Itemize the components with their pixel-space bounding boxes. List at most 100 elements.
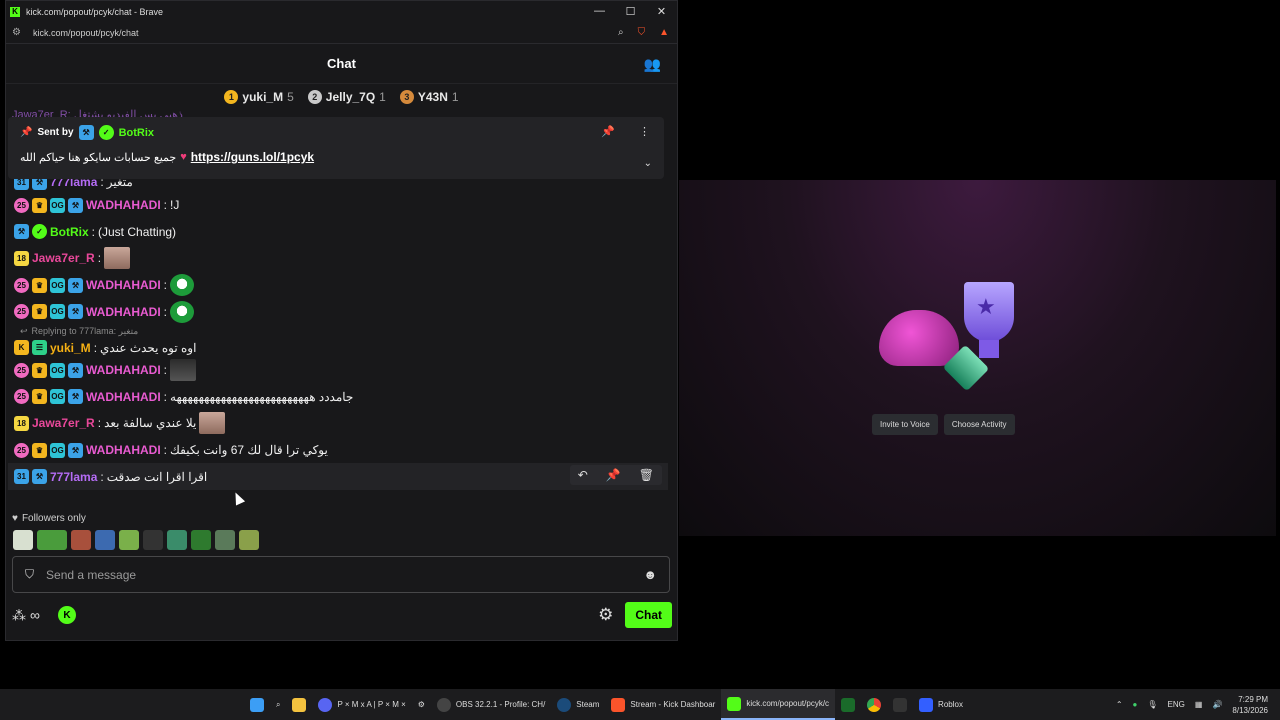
username[interactable]: BotRix: [50, 225, 89, 239]
sub-badge-icon: 25: [14, 389, 29, 405]
brave-shields-icon[interactable]: ⛉: [638, 27, 646, 38]
brave-rewards-icon[interactable]: ▲: [659, 27, 669, 38]
leaderboard-entry[interactable]: 1 yuki_M 5: [224, 90, 294, 104]
network-icon[interactable]: ▦: [1195, 700, 1203, 709]
loading-emote-icon[interactable]: [143, 530, 163, 550]
clock[interactable]: 7:29 PM 8/13/2026: [1232, 694, 1268, 716]
pinned-controls: 📌 ⋮: [601, 125, 650, 138]
taskbar-label: Roblox: [938, 700, 963, 709]
status-dot-icon[interactable]: ●: [1133, 700, 1138, 709]
emote-icon[interactable]: [239, 530, 259, 550]
taskbar-item-roblox[interactable]: Roblox: [913, 689, 969, 720]
username[interactable]: 777lama: [50, 470, 97, 484]
emote-icon[interactable]: [13, 530, 33, 550]
figure-emote-icon: [170, 359, 197, 382]
delete-icon[interactable]: 🗑: [639, 468, 654, 482]
start-button[interactable]: [244, 689, 270, 720]
unpin-icon[interactable]: 📌: [601, 125, 615, 138]
chevron-down-icon[interactable]: ⌄: [644, 158, 652, 169]
gear-icon[interactable]: ⚙: [598, 605, 613, 625]
emote-icon[interactable]: [215, 530, 235, 550]
reply-label: Replying to 777lama: متغير: [31, 326, 139, 337]
emoji-icon[interactable]: ☻: [643, 567, 657, 582]
sub-badge-icon: 25: [14, 277, 29, 293]
pepe-emote-icon[interactable]: [167, 530, 187, 550]
pinned-link[interactable]: https://guns.lol/1pcyk: [191, 150, 314, 164]
taskbar-item-terminal[interactable]: [835, 689, 861, 720]
choose-activity-button[interactable]: Choose Activity: [943, 414, 1015, 435]
discord-activity-panel: ★ Invite to Voice Choose Activity: [679, 180, 1276, 536]
pin-icon[interactable]: 📌: [606, 468, 621, 482]
users-icon[interactable]: 👥: [644, 56, 661, 73]
username[interactable]: Jawa7er_R: [32, 416, 95, 430]
send-chat-button[interactable]: Chat: [625, 602, 672, 628]
taskbar-item-steam[interactable]: Steam: [551, 689, 605, 720]
face-emote-icon: [104, 247, 131, 270]
chevron-up-icon[interactable]: ⌃: [1116, 700, 1123, 709]
moderator-badge-icon: ⚒: [68, 442, 83, 458]
emote-icon[interactable]: [71, 530, 91, 550]
moderator-badge-icon: ⚒: [14, 224, 29, 240]
sub-badge-icon: 25: [14, 442, 29, 458]
address-bar-actions: ⌕ ⛉ ▲: [618, 27, 677, 38]
rank-medal-icon: 1: [224, 90, 239, 104]
invite-to-voice-button[interactable]: Invite to Voice: [872, 414, 938, 435]
taskbar-item-discord[interactable]: P × M x A | P × M ×: [312, 689, 411, 720]
pinned-sender[interactable]: BotRix: [119, 127, 154, 139]
message-text: !J: [170, 198, 180, 213]
window-controls: — ☐ ✕: [584, 5, 677, 18]
minimize-button[interactable]: —: [584, 5, 615, 18]
taskbar-item-obs[interactable]: OBS 32.2.1 - Profile: CH/: [431, 689, 551, 720]
taskbar-item-brave-dashboard[interactable]: Stream - Kick Dashboar: [605, 689, 721, 720]
leaderboard-entry[interactable]: 3 Y43N 1: [399, 90, 459, 104]
leaderboard-count: 1: [451, 90, 459, 104]
shell-icon: [879, 310, 959, 366]
moderator-badge-icon: ⚒: [68, 362, 83, 378]
steam-icon: [557, 697, 572, 712]
microphone-icon[interactable]: 🎙: [1147, 700, 1157, 709]
leaderboard-entry[interactable]: 2 Jelly_7Q 1: [307, 90, 386, 104]
moderator-badge-icon: ⚒: [32, 469, 47, 485]
heart-icon: ♥: [12, 513, 18, 524]
taskbar-item-settings[interactable]: ⚙: [412, 689, 431, 720]
username[interactable]: WADHAHADI: [86, 278, 161, 292]
username[interactable]: WADHAHADI: [86, 443, 161, 457]
trophy-base: [979, 340, 999, 358]
reply-context[interactable]: ↩ Replying to 777lama: متغير: [8, 325, 668, 339]
site-settings-icon[interactable]: ⚙: [12, 27, 21, 38]
shield-icon[interactable]: ⛉: [25, 567, 34, 582]
close-button[interactable]: ✕: [646, 5, 677, 18]
username[interactable]: yuki_M: [50, 341, 91, 355]
language-indicator[interactable]: ENG: [1168, 700, 1185, 709]
taskbar-item-kick-chat[interactable]: kick.com/popout/pcyk/c: [721, 689, 836, 720]
pepe-emote-icon[interactable]: [37, 530, 67, 550]
kick-emote-icon[interactable]: K: [57, 606, 76, 624]
pepe-emote-icon[interactable]: [191, 530, 211, 550]
volume-icon[interactable]: 🔊: [1212, 700, 1222, 709]
leaderboard-count: 5: [287, 90, 294, 104]
taskbar-item-epic[interactable]: [887, 689, 913, 720]
moderator-badge-icon: ⚒: [68, 389, 83, 405]
zoom-icon[interactable]: ⌕: [618, 27, 624, 38]
username[interactable]: WADHAHADI: [86, 198, 161, 212]
points-display[interactable]: ⁂ ∞: [12, 607, 40, 624]
url-text[interactable]: kick.com/popout/pcyk/chat: [33, 28, 139, 38]
reply-icon[interactable]: ↶: [578, 468, 588, 482]
username[interactable]: WADHAHADI: [86, 305, 161, 319]
og-badge-icon: OG: [50, 362, 65, 378]
username[interactable]: Jawa7er_R: [32, 251, 95, 265]
username[interactable]: WADHAHADI: [86, 363, 161, 377]
maximize-button[interactable]: ☐: [615, 5, 646, 18]
emote-icon[interactable]: [119, 530, 139, 550]
more-options-icon[interactable]: ⋮: [639, 125, 650, 138]
username[interactable]: WADHAHADI: [86, 390, 161, 404]
message-input[interactable]: [46, 567, 644, 582]
taskbar-item-chrome[interactable]: [861, 689, 887, 720]
pinned-body: جميع حسابات سايكو هنا حياكم الله ♥ https…: [20, 150, 652, 164]
chat-footer: ⁂ ∞ K ⚙ Chat: [12, 602, 672, 628]
chat-messages: 31 ⚒ 777lama: متغير 25 ♛ OG ⚒ WADHAHADI:…: [8, 172, 668, 490]
emote-icon[interactable]: [95, 530, 115, 550]
chat-message: 18 Jawa7er_R: يلا عندي سالفة بعد: [8, 410, 668, 437]
explorer-button[interactable]: [286, 689, 312, 720]
search-button[interactable]: ⌕: [270, 689, 286, 720]
